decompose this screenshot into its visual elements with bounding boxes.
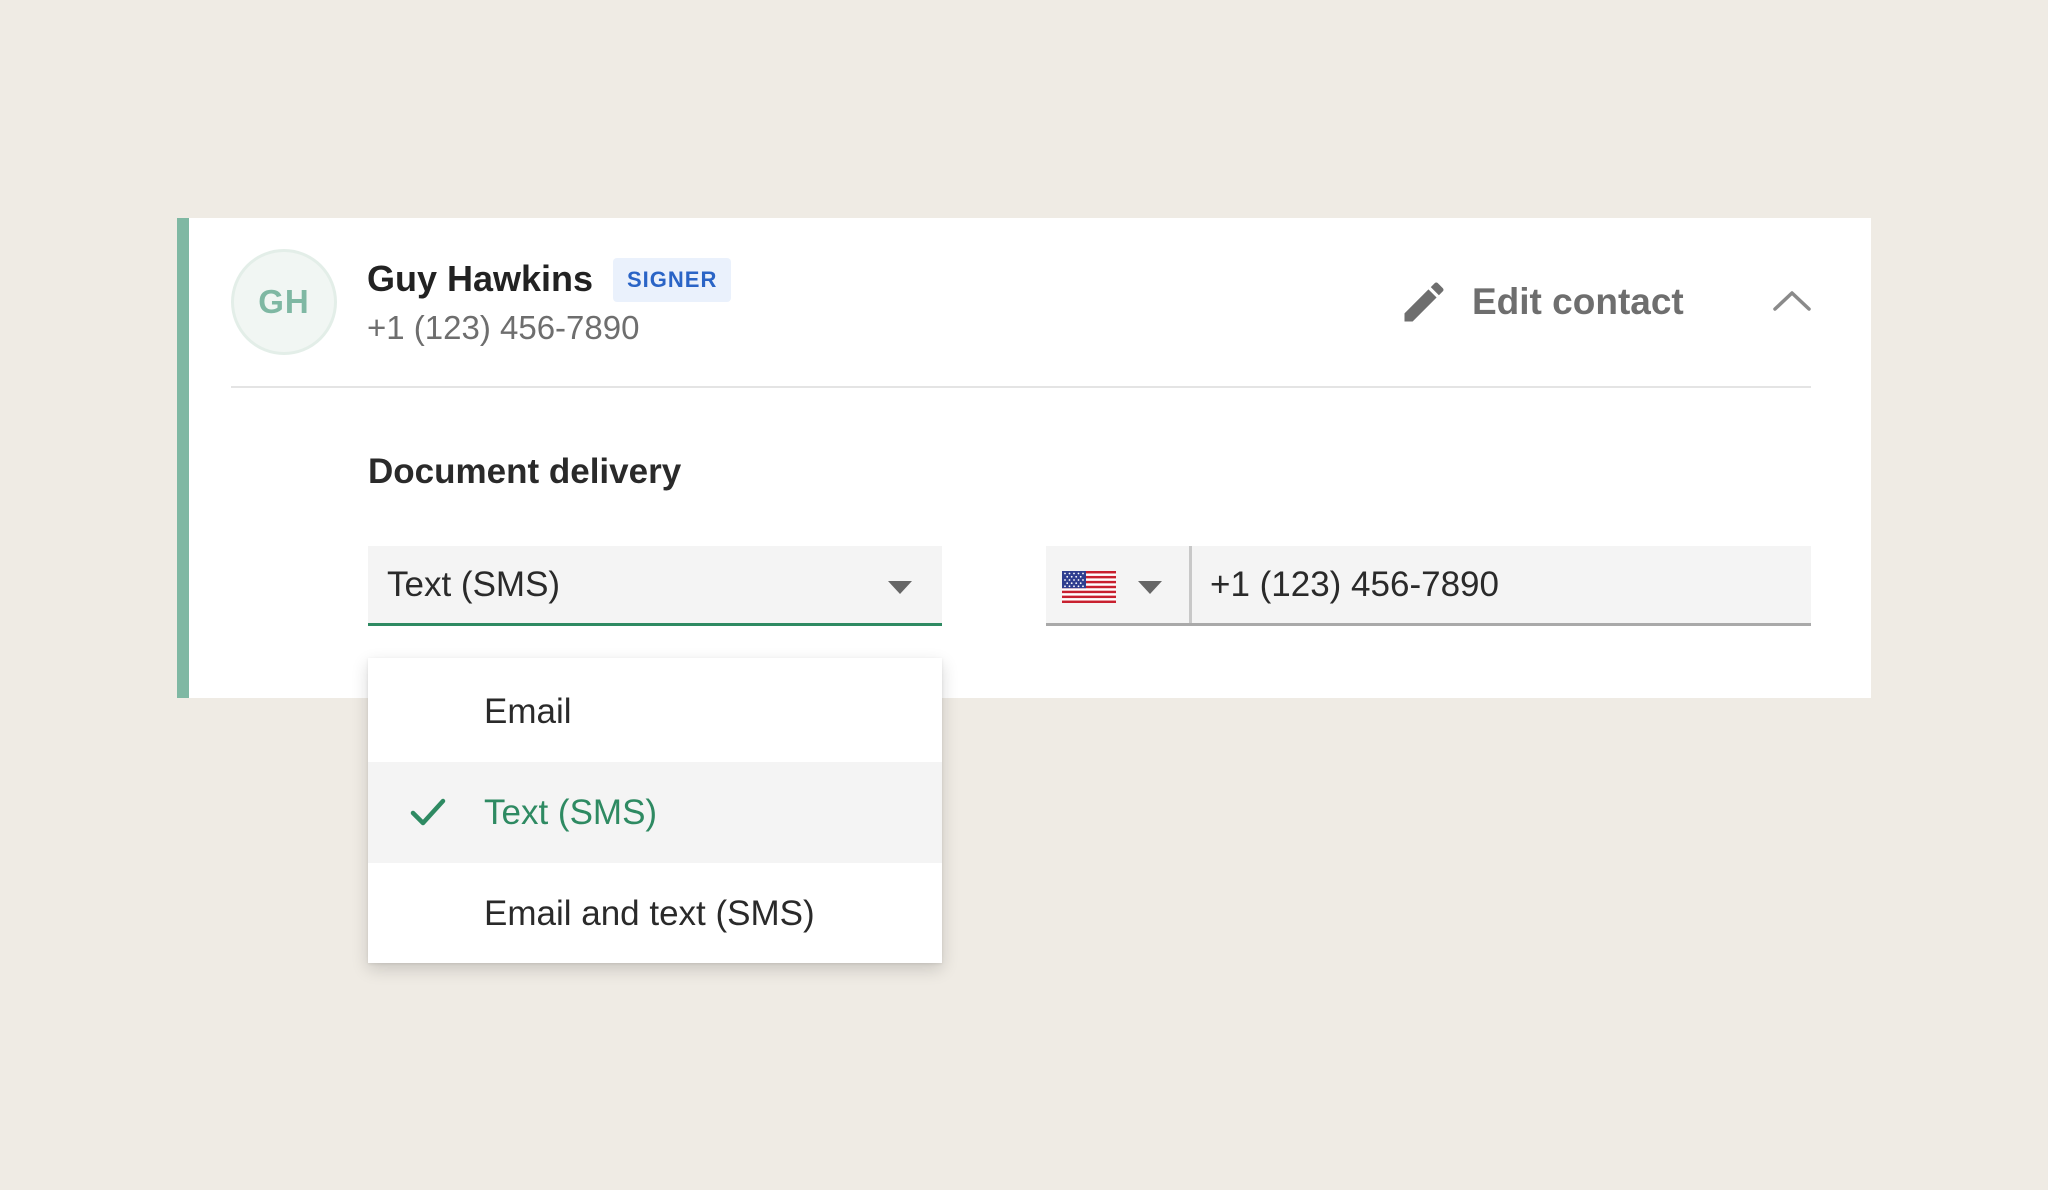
delivery-method-menu: Email Text (SMS) Email and text (SMS) <box>368 658 942 963</box>
chevron-up-icon <box>1773 291 1811 311</box>
role-badge-label: SIGNER <box>627 267 718 292</box>
caret-down-icon <box>888 581 912 594</box>
menu-item-text-sms[interactable]: Text (SMS) <box>368 762 942 863</box>
avatar: GH <box>231 249 337 355</box>
header-divider <box>231 386 1811 388</box>
menu-item-email[interactable]: Email <box>368 661 942 762</box>
section-title: Document delivery <box>368 452 682 491</box>
menu-item-label: Email <box>484 691 572 731</box>
delivery-method-select[interactable]: Text (SMS) <box>368 546 942 626</box>
contact-phone: +1 (123) 456-7890 <box>367 309 640 346</box>
menu-item-label: Email and text (SMS) <box>484 893 815 933</box>
pencil-icon <box>1404 282 1444 322</box>
collapse-button[interactable] <box>1768 282 1816 318</box>
check-icon <box>410 798 446 826</box>
phone-number-input[interactable] <box>1210 546 1790 623</box>
phone-field <box>1046 546 1811 626</box>
edit-contact-label: Edit contact <box>1472 281 1684 322</box>
contact-name: Guy Hawkins <box>367 258 594 299</box>
delivery-method-value: Text (SMS) <box>387 564 561 604</box>
caret-down-icon <box>1138 581 1162 594</box>
role-badge: SIGNER <box>613 258 732 302</box>
us-flag-icon <box>1062 571 1116 603</box>
edit-contact-button[interactable]: Edit contact <box>1398 272 1684 332</box>
card-accent-bar <box>177 218 189 698</box>
menu-item-email-and-text[interactable]: Email and text (SMS) <box>368 863 942 964</box>
menu-item-label: Text (SMS) <box>484 792 658 832</box>
country-code-selector[interactable] <box>1046 546 1192 623</box>
avatar-initials: GH <box>258 283 310 320</box>
